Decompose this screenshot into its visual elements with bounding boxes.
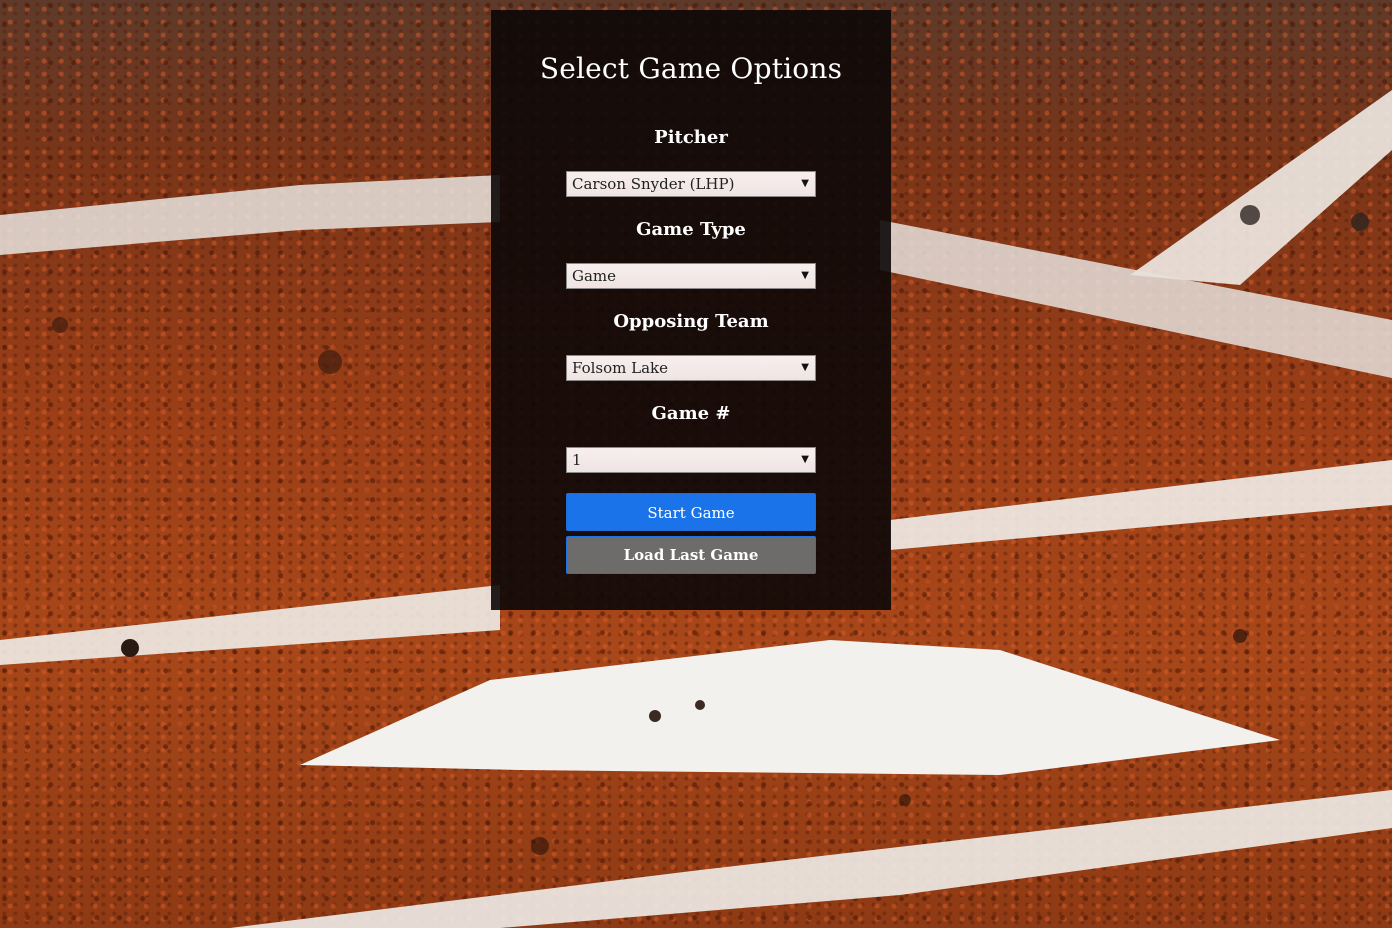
- start-game-button[interactable]: Start Game: [566, 493, 816, 531]
- caret-down-icon: ▼: [801, 178, 809, 189]
- game-options-panel: Select Game Options Pitcher Carson Snyde…: [491, 10, 891, 610]
- load-last-game-button[interactable]: Load Last Game: [566, 536, 816, 574]
- game-number-select[interactable]: 1 ▼: [566, 447, 816, 473]
- caret-down-icon: ▼: [801, 362, 809, 373]
- game-number-label: Game #: [651, 403, 731, 424]
- game-type-select-value: Game: [572, 267, 617, 285]
- caret-down-icon: ▼: [801, 270, 809, 281]
- opposing-team-select-value: Folsom Lake: [572, 359, 669, 377]
- pitcher-label: Pitcher: [654, 127, 728, 148]
- game-type-select[interactable]: Game ▼: [566, 263, 816, 289]
- opposing-team-select[interactable]: Folsom Lake ▼: [566, 355, 816, 381]
- opposing-team-label: Opposing Team: [613, 311, 769, 332]
- game-number-select-value: 1: [572, 451, 582, 469]
- pitcher-select[interactable]: Carson Snyder (LHP) ▼: [566, 171, 816, 197]
- page-title: Select Game Options: [539, 52, 843, 85]
- caret-down-icon: ▼: [801, 454, 809, 465]
- game-type-label: Game Type: [636, 219, 746, 240]
- pitcher-select-value: Carson Snyder (LHP): [572, 175, 735, 193]
